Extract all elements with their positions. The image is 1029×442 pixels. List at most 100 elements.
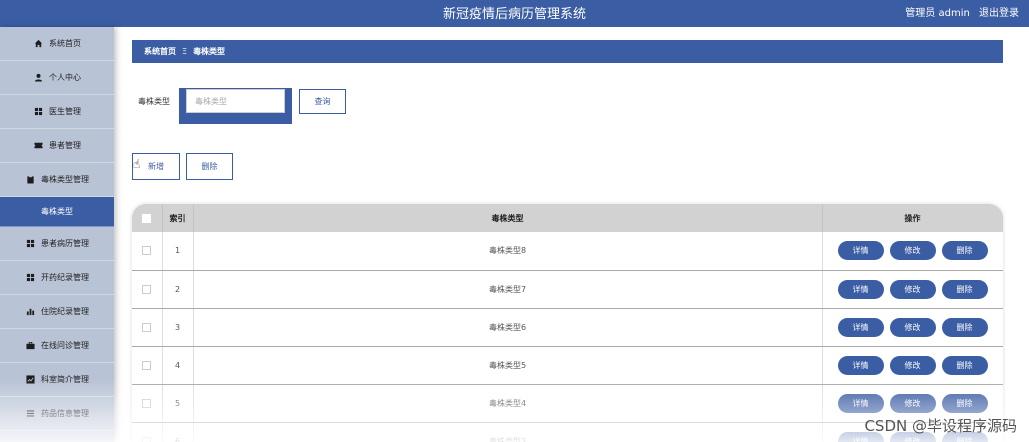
sidebar-item-label: 医生管理 [49,107,81,116]
sidebar-item-patients[interactable]: 患者管理 [0,129,114,163]
user-area: 管理员 admin 退出登录 [899,4,1019,19]
data-table: 索引 毒株类型 操作 1 毒株类型8 详情 修改 删除 2 毒株类型7 详情 修… [132,204,1003,442]
sidebar-item-label: 系统首页 [49,39,81,48]
delete-button[interactable]: 删除 [941,241,988,261]
main-content: 系统首页 Ξ 毒株类型 毒株类型 查询 新增 删除 ☝ 索引 毒株类型 操作 [114,27,1029,442]
row-strain-type: 毒株类型8 [193,232,823,271]
row-index: 6 [162,422,194,442]
row-strain-type: 毒株类型4 [193,384,823,423]
select-all-checkbox[interactable] [142,213,152,223]
detail-button[interactable]: 详情 [837,393,884,413]
sidebar-item-departments[interactable]: 科室简介管理 [0,363,114,397]
column-header-index: 索引 [162,204,194,232]
grid-icon [33,107,43,117]
row-index: 3 [162,308,194,347]
sidebar-item-strain-type[interactable]: 毒株类型 [0,197,114,227]
chart-icon [25,375,35,385]
sidebar-item-drugs[interactable]: 药品信息管理 [0,397,114,431]
sidebar-item-label: 在线问诊管理 [41,341,89,350]
grid-icon [25,239,35,249]
list-icon [25,409,35,419]
ticket-icon [33,141,43,151]
column-header-strain-type: 毒株类型 [193,204,823,232]
row-strain-type: 毒株类型5 [193,346,823,385]
row-index: 4 [162,346,194,385]
select-all-cell [132,204,163,232]
breadcrumb-current: 毒株类型 [193,47,226,56]
watermark: CSDN @毕设程序源码 [864,417,1017,435]
row-actions: 详情 修改 删除 [822,308,1003,347]
user-icon [33,73,43,83]
row-index: 1 [162,232,194,271]
detail-button[interactable]: 详情 [837,317,884,337]
user-label: 管理员 admin [905,8,970,19]
table-row: 2 毒株类型7 详情 修改 删除 [132,270,1003,309]
breadcrumb-separator: Ξ [182,47,188,56]
delete-button[interactable]: 删除 [941,393,988,413]
edit-button[interactable]: 修改 [889,241,936,261]
sidebar-item-label: 患者病历管理 [41,239,89,248]
bar-chart-icon [25,307,35,317]
hand-cursor-icon: ☝ [133,157,141,171]
sidebar-item-label: 住院纪录管理 [41,307,89,316]
row-checkbox[interactable] [142,246,152,256]
detail-button[interactable]: 详情 [837,355,884,375]
row-actions: 详情 修改 删除 [822,346,1003,385]
row-checkbox[interactable] [142,436,152,442]
detail-button[interactable]: 详情 [837,241,884,261]
sidebar-item-doctors[interactable]: 医生管理 [0,95,114,129]
sidebar-item-hospitalization[interactable]: 住院纪录管理 [0,295,114,329]
sidebar-item-label: 开药纪录管理 [41,273,89,282]
sidebar-item-label: 药品信息管理 [41,409,89,418]
delete-button[interactable]: 删除 [941,279,988,299]
row-actions: 详情 修改 删除 [822,232,1003,271]
row-strain-type: 毒株类型6 [193,308,823,347]
table-row: 1 毒株类型8 详情 修改 删除 [132,232,1003,271]
sidebar-item-label: 毒株类型管理 [41,175,89,184]
sidebar-item-consultation[interactable]: 在线问诊管理 [0,329,114,363]
home-icon [33,39,43,49]
row-checkbox[interactable] [142,322,152,332]
table-row: 4 毒株类型5 详情 修改 删除 [132,346,1003,385]
edit-button[interactable]: 修改 [889,279,936,299]
sidebar-item-label: 个人中心 [49,73,81,82]
detail-button[interactable]: 详情 [837,279,884,299]
briefcase-icon [25,341,35,351]
clipboard-icon [25,175,35,185]
sidebar-item-strain-management[interactable]: 毒株类型管理 [0,163,114,197]
row-checkbox[interactable] [142,284,152,294]
sidebar-item-home[interactable]: 系统首页 [0,27,114,61]
edit-button[interactable]: 修改 [889,393,936,413]
row-checkbox[interactable] [142,360,152,370]
top-bar: 新冠疫情后病历管理系统 管理员 admin 退出登录 [0,0,1029,27]
sidebar-item-profile[interactable]: 个人中心 [0,61,114,95]
sidebar-item-label: 毒株类型 [41,207,73,216]
sidebar-item-label: 患者管理 [49,141,81,150]
row-index: 2 [162,270,194,309]
logout-link[interactable]: 退出登录 [979,8,1019,19]
row-index: 5 [162,384,194,423]
delete-button[interactable]: 删除 [941,317,988,337]
app-title: 新冠疫情后病历管理系统 [442,7,586,22]
breadcrumb: 系统首页 Ξ 毒株类型 [132,40,1003,63]
row-actions: 详情 修改 删除 [822,270,1003,309]
batch-delete-button[interactable]: 删除 [186,153,233,180]
sidebar-item-prescriptions[interactable]: 开药纪录管理 [0,261,114,295]
breadcrumb-home[interactable]: 系统首页 [144,46,176,57]
edit-button[interactable]: 修改 [889,317,936,337]
column-header-actions: 操作 [822,204,1003,232]
row-checkbox[interactable] [142,398,152,408]
row-strain-type: 毒株类型3 [193,422,823,442]
sidebar-item-label: 科室简介管理 [41,375,89,384]
sidebar-item-records[interactable]: 患者病历管理 [0,227,114,261]
table-row: 3 毒株类型6 详情 修改 删除 [132,308,1003,347]
query-button[interactable]: 查询 [299,89,346,114]
sidebar: 系统首页 个人中心 医生管理 患者管理 毒株类型管理 毒株类型 患者病历管理 开… [0,27,114,442]
delete-button[interactable]: 删除 [941,355,988,375]
row-strain-type: 毒株类型7 [193,270,823,309]
grid-icon [25,273,35,283]
search-input[interactable] [186,89,285,113]
table-header-row: 索引 毒株类型 操作 [132,204,1003,232]
search-label: 毒株类型 [138,97,170,106]
edit-button[interactable]: 修改 [889,355,936,375]
